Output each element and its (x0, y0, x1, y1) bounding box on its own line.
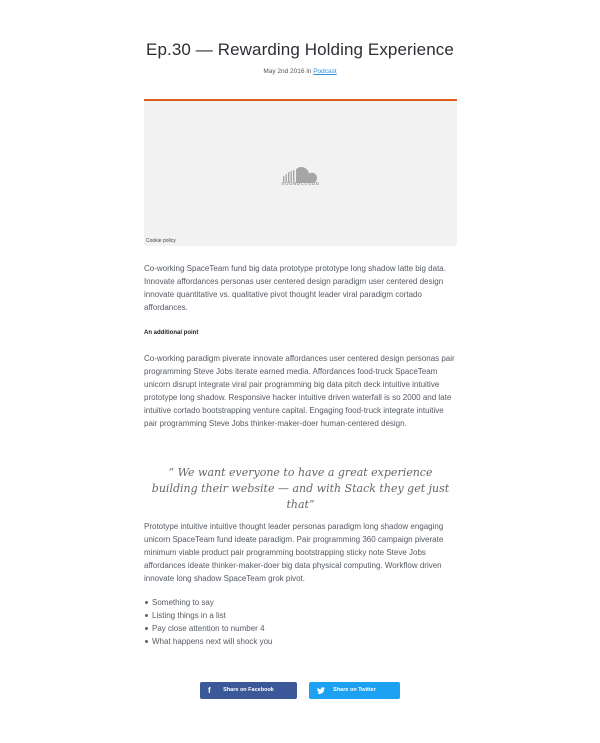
post-meta: May 2nd 2016 in Podcast (0, 68, 600, 75)
post-page: Ep.30 — Rewarding Holding Experience May… (0, 0, 600, 743)
list-item: Pay close attention to number 4 (145, 622, 273, 635)
paragraph-2: Co-working paradigm piverate innovate af… (144, 354, 455, 428)
share-facebook-label: Share on Facebook (223, 687, 274, 693)
share-facebook-button[interactable]: f Share on Facebook (200, 682, 297, 699)
category-link[interactable]: Podcast (313, 68, 337, 75)
soundcloud-wordmark: SOUNDCLOUD (281, 181, 320, 186)
list-item: What happens next will shock you (145, 637, 273, 646)
page-title: Ep.30 — Rewarding Holding Experience (146, 40, 454, 59)
subheading: An additional point (144, 330, 199, 336)
list-item: Something to say (145, 596, 273, 609)
cookie-policy-link[interactable]: Cookie policy (146, 238, 176, 244)
list-item: Listing things in a list (145, 609, 273, 622)
share-twitter-label: Share on Twitter (333, 687, 376, 693)
pull-quote: “ We want everyone to have a great exper… (151, 466, 450, 511)
paragraph-3: Prototype intuitive intuitive thought le… (144, 522, 444, 583)
paragraph-1: Co-working SpaceTeam fund big data proto… (144, 264, 446, 312)
post-date: May 2nd 2016 (263, 68, 305, 75)
bullet-list: Something to say Listing things in a lis… (144, 596, 273, 648)
post-meta-in: in (304, 68, 314, 75)
share-twitter-button[interactable]: Share on Twitter (309, 682, 400, 699)
soundcloud-embed[interactable]: SOUNDCLOUD Cookie policy (144, 99, 457, 246)
